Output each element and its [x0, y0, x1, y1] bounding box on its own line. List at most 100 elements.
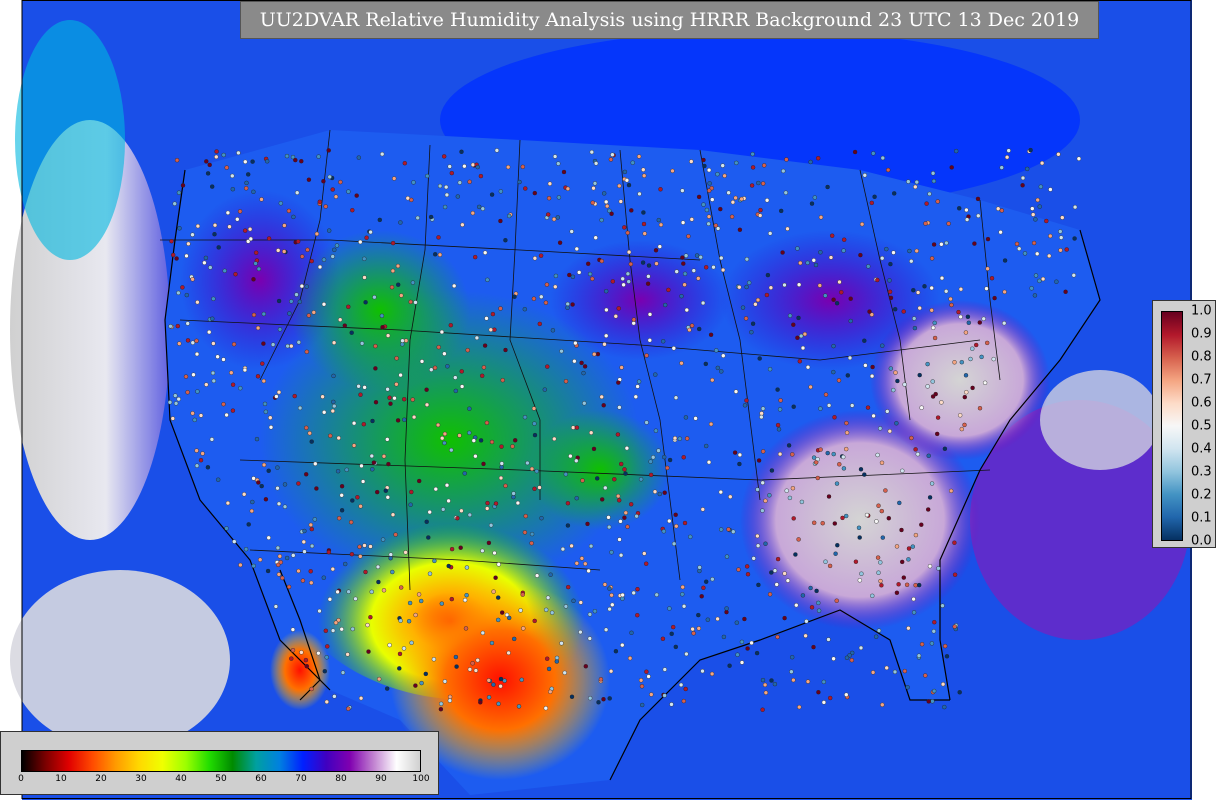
station-dot [198, 413, 204, 418]
station-dot [184, 253, 189, 259]
station-dot [308, 522, 313, 528]
station-dot [221, 357, 226, 362]
station-dot [609, 211, 614, 217]
station-dot [467, 512, 472, 518]
station-dot [644, 353, 649, 358]
station-dot [565, 523, 571, 528]
station-dot [999, 208, 1004, 213]
station-dot [633, 394, 638, 399]
station-dot [626, 249, 632, 255]
station-dot [892, 669, 898, 675]
station-dot [859, 221, 865, 227]
station-dot [869, 373, 875, 379]
station-dot [194, 351, 200, 357]
station-dot [590, 200, 595, 205]
station-dot [1024, 166, 1030, 172]
rh-analysis-map [0, 0, 1216, 800]
station-dot [704, 579, 709, 584]
station-dot [935, 199, 940, 204]
station-dot [684, 651, 689, 657]
station-dot [478, 700, 483, 705]
station-dot [335, 469, 341, 474]
station-dot [459, 508, 464, 513]
station-dot [616, 306, 621, 311]
station-dot [498, 218, 503, 224]
station-dot [331, 399, 336, 405]
station-dot [346, 304, 351, 309]
station-dot [902, 668, 907, 674]
station-dot [930, 699, 935, 704]
station-dot [338, 179, 343, 185]
station-dot [385, 387, 390, 392]
station-dot [865, 405, 871, 410]
station-dot [683, 253, 689, 258]
station-dot [959, 426, 964, 432]
station-dot [847, 355, 853, 361]
station-dot [775, 634, 780, 640]
station-dot [834, 301, 840, 306]
station-dot [513, 438, 518, 443]
station-dot [742, 403, 748, 408]
station-dot [939, 242, 944, 247]
station-dot [242, 367, 248, 373]
station-dot [927, 564, 933, 569]
station-dot [312, 517, 317, 522]
station-dot [800, 345, 806, 351]
station-dot [184, 292, 190, 298]
station-dot [400, 338, 405, 343]
station-dot [212, 222, 218, 228]
station-dot [919, 642, 925, 647]
station-dot [909, 259, 914, 264]
station-dot [413, 612, 418, 618]
obs-colorbar-gradient [1161, 311, 1183, 541]
station-dot [946, 221, 951, 226]
station-dot [749, 640, 754, 646]
station-dot [929, 308, 934, 313]
station-dot [583, 664, 588, 669]
station-dot [390, 240, 396, 246]
station-dot [721, 353, 726, 358]
station-dot [733, 195, 738, 201]
station-dot [669, 631, 674, 636]
station-dot [545, 595, 551, 600]
station-dot [957, 690, 962, 695]
station-dot [929, 256, 935, 261]
station-dot [785, 226, 790, 232]
station-dot [387, 395, 392, 400]
station-dot [460, 222, 465, 228]
station-dot [190, 232, 195, 237]
station-dot [467, 430, 472, 435]
obs-tick-label: 0.3 [1191, 464, 1212, 480]
station-dot [758, 207, 763, 213]
station-dot [653, 428, 659, 433]
station-dot [755, 543, 761, 548]
station-dot [309, 526, 314, 532]
station-dot [190, 340, 196, 345]
station-dot [737, 227, 743, 233]
station-dot [486, 695, 492, 700]
station-dot [350, 626, 355, 632]
station-dot [582, 364, 588, 369]
station-dot [295, 190, 300, 195]
station-dot [275, 465, 280, 470]
station-dot [185, 338, 191, 343]
station-dot [304, 425, 309, 430]
station-dot [253, 261, 258, 266]
station-dot [661, 529, 666, 534]
station-dot [600, 497, 605, 502]
station-dot [779, 208, 784, 214]
station-dot [1002, 321, 1007, 326]
rh-tick-label: 20 [95, 774, 107, 784]
station-dot [525, 460, 530, 466]
station-dot [970, 346, 975, 351]
station-dot [821, 679, 826, 685]
station-dot [704, 207, 710, 213]
station-dot [617, 498, 622, 503]
station-dot [547, 181, 553, 186]
station-dot [480, 206, 485, 211]
station-dot [531, 296, 537, 301]
station-dot [457, 180, 462, 185]
station-dot [274, 394, 279, 399]
station-dot [622, 169, 628, 175]
station-dot [208, 265, 213, 270]
